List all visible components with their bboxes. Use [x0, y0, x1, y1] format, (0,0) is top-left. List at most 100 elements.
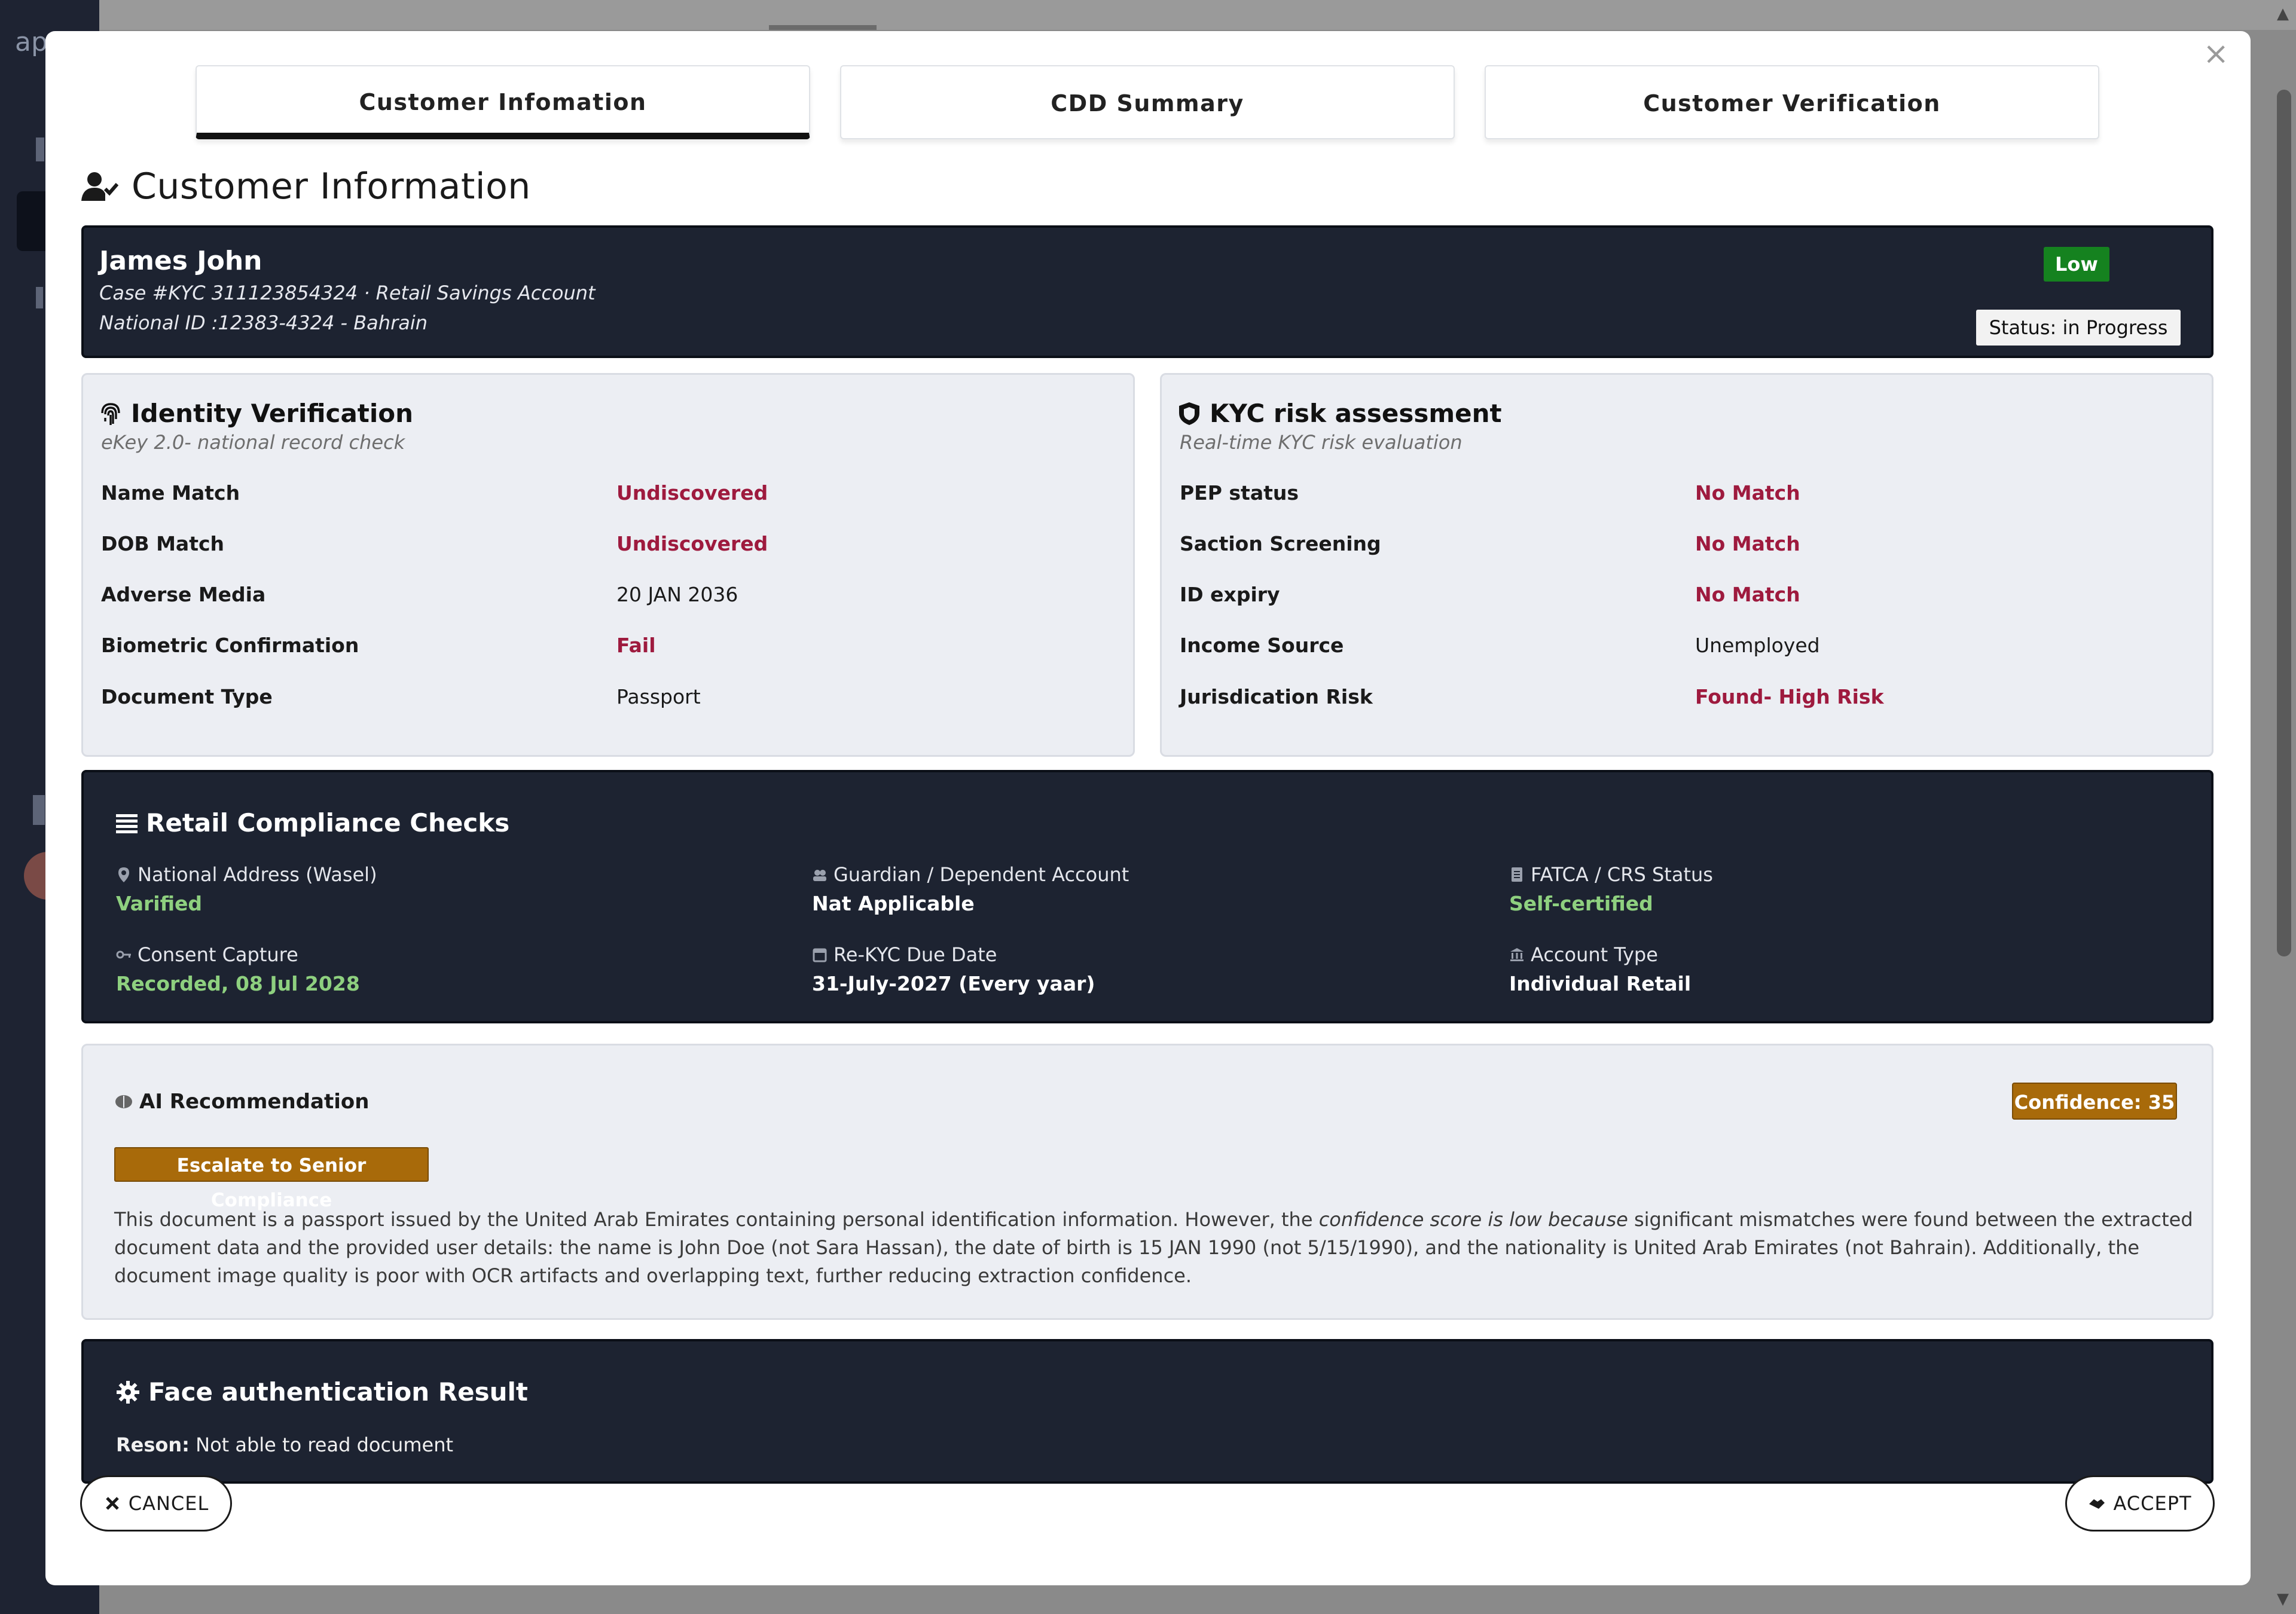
row-value: No Match [1695, 532, 1800, 555]
cancel-button[interactable]: CANCEL [80, 1475, 232, 1532]
risk-level-badge: Low [2044, 247, 2109, 282]
kyc-title-text: KYC risk assessment [1210, 399, 1502, 428]
kyc-row: Saction Screening No Match [1180, 532, 2196, 562]
kyc-row: Jurisdication Risk Found- High Risk [1180, 685, 2196, 715]
kyc-row: PEP status No Match [1180, 481, 2196, 511]
identity-row: Name Match Undiscovered [101, 481, 1118, 511]
row-label: PEP status [1180, 481, 1299, 505]
key-icon [116, 950, 131, 959]
compliance-item-label: National Address (Wasel) [138, 863, 377, 886]
brain-icon [115, 1095, 132, 1108]
compliance-item: Guardian / Dependent Account Nat Applica… [812, 863, 1470, 915]
compliance-title: Retail Compliance Checks [116, 808, 509, 837]
case-line: Case #KYC 311123854324 · Retail Savings … [99, 282, 596, 304]
customer-name: James John [99, 246, 262, 276]
users-icon [813, 870, 826, 881]
user-check-icon [81, 172, 118, 201]
scroll-down-arrow-icon[interactable]: ▼ [2277, 1590, 2289, 1608]
identity-row: Biometric Confirmation Fail [101, 634, 1118, 664]
escalate-badge: Escalate to Senior Compliance [114, 1147, 429, 1211]
reason-label: Reson: [116, 1433, 190, 1456]
identity-card-title: Identity Verification [99, 399, 413, 428]
header-tab-fragment [769, 25, 877, 30]
customer-modal: × Customer Infomation CDD Summary Custom… [45, 31, 2251, 1585]
row-value: Passport [616, 685, 701, 708]
row-value: Undiscovered [616, 532, 768, 555]
row-value: Fail [616, 634, 656, 657]
face-authentication-panel: Face authentication Result Reson: Not ab… [81, 1339, 2213, 1484]
compliance-item-label: Guardian / Dependent Account [833, 863, 1129, 886]
cancel-label: CANCEL [128, 1492, 209, 1515]
compliance-item: Account Type Individual Retail [1509, 943, 2167, 995]
ai-recommendation-card: AI Recommendation Confidence: 35 Escalat… [81, 1044, 2213, 1320]
status-badge: Status: in Progress [1976, 310, 2181, 346]
confidence-badge: Confidence: 35 [2012, 1083, 2177, 1120]
row-label: Adverse Media [101, 583, 266, 606]
identity-title-text: Identity Verification [131, 399, 414, 428]
row-label: Document Type [101, 685, 273, 708]
identity-row: DOB Match Undiscovered [101, 532, 1118, 562]
row-label: DOB Match [101, 532, 225, 555]
compliance-item-value: Varified [116, 892, 203, 915]
calendar-icon [813, 948, 827, 962]
row-label: Biometric Confirmation [101, 634, 359, 657]
face-title-text: Face authentication Result [148, 1377, 528, 1407]
tab-customer-verification[interactable]: Customer Verification [1485, 65, 2099, 139]
compliance-item-label: FATCA / CRS Status [1531, 863, 1713, 886]
ai-title: AI Recommendation [114, 1090, 369, 1114]
retail-compliance-panel: Retail Compliance Checks National Addres… [81, 770, 2213, 1023]
compliance-item-value: Recorded, 08 Jul 2028 [116, 972, 360, 995]
identity-subtitle: eKey 2.0- national record check [101, 431, 405, 454]
page-scrollbar[interactable] [2277, 90, 2291, 956]
face-reason: Reson: Not able to read document [116, 1433, 453, 1456]
kyc-row: Income Source Unemployed [1180, 634, 2196, 664]
ai-explanation: This document is a passport issued by th… [114, 1206, 2195, 1290]
close-icon[interactable]: × [2203, 38, 2229, 69]
pin-icon [118, 867, 129, 882]
compliance-title-text: Retail Compliance Checks [146, 808, 510, 837]
ai-text-emphasis: confidence score is low because [1318, 1208, 1628, 1231]
ai-text-a: This document is a passport issued by th… [114, 1208, 1319, 1231]
row-label: ID expiry [1180, 583, 1280, 606]
handshake-icon [2089, 1499, 2105, 1509]
compliance-item: Re-KYC Due Date 31-July-2027 (Every yaar… [812, 943, 1470, 995]
row-value: No Match [1695, 583, 1800, 606]
identity-row: Adverse Media 20 JAN 2036 [101, 583, 1118, 613]
customer-header-card: James John Case #KYC 311123854324 · Reta… [81, 225, 2213, 358]
row-value: Unemployed [1695, 634, 1820, 657]
sidebar-icon [36, 287, 43, 308]
compliance-item-value: Individual Retail [1509, 972, 1692, 995]
row-value: 20 JAN 2036 [616, 583, 738, 606]
accept-label: ACCEPT [2113, 1492, 2192, 1515]
kyc-risk-card: KYC risk assessment Real-time KYC risk e… [1160, 373, 2213, 757]
row-label: Jurisdication Risk [1180, 685, 1373, 708]
tab-customer-information[interactable]: Customer Infomation [196, 65, 810, 139]
identity-verification-card: Identity Verification eKey 2.0- national… [81, 373, 1135, 757]
document-icon [1512, 867, 1522, 882]
list-icon [116, 814, 138, 833]
compliance-item-label: Account Type [1531, 943, 1658, 966]
shield-icon [1179, 402, 1199, 425]
compliance-item: Consent Capture Recorded, 08 Jul 2028 [116, 943, 774, 995]
tab-cdd-summary[interactable]: CDD Summary [840, 65, 1455, 139]
national-id-line: National ID :12383-4324 - Bahrain [99, 311, 428, 334]
gear-icon [117, 1380, 139, 1404]
app-logo-fragment: ap [15, 27, 48, 57]
face-title: Face authentication Result [116, 1377, 528, 1407]
compliance-item-value: 31-July-2027 (Every yaar) [812, 972, 1095, 995]
compliance-item: National Address (Wasel) Varified [116, 863, 774, 915]
ai-title-text: AI Recommendation [139, 1090, 370, 1114]
sidebar-icon [33, 795, 45, 825]
kyc-subtitle: Real-time KYC risk evaluation [1180, 431, 1463, 454]
row-value: Found- High Risk [1695, 685, 1884, 708]
compliance-item: FATCA / CRS Status Self-certified [1509, 863, 2167, 915]
identity-row: Document Type Passport [101, 685, 1118, 715]
accept-button[interactable]: ACCEPT [2065, 1475, 2215, 1532]
bank-icon [1510, 948, 1523, 961]
app-header-background [99, 0, 2296, 30]
row-label: Saction Screening [1180, 532, 1381, 555]
section-title: Customer Information [81, 164, 531, 209]
row-value: No Match [1695, 481, 1800, 505]
scroll-up-arrow-icon[interactable]: ▲ [2277, 5, 2289, 23]
kyc-row: ID expiry No Match [1180, 583, 2196, 613]
